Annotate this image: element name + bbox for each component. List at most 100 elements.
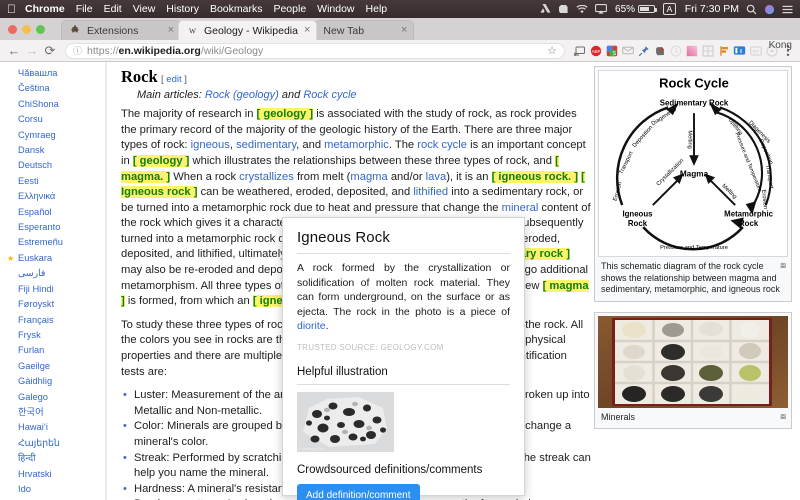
- menu-item-window[interactable]: Window: [317, 3, 354, 15]
- battery-indicator[interactable]: 65%: [615, 4, 655, 15]
- language-link[interactable]: Cymraeg: [6, 128, 105, 143]
- dp-icon[interactable]: DP: [748, 43, 763, 58]
- reload-button[interactable]: ⟳: [41, 44, 59, 57]
- menu-bar-clock[interactable]: Fri 7:30 PM: [685, 3, 739, 15]
- wiki-link[interactable]: mineral: [502, 202, 539, 214]
- wiki-link[interactable]: igneous: [191, 139, 230, 151]
- airplay-icon[interactable]: [595, 4, 607, 14]
- language-link[interactable]: Eesti: [6, 174, 105, 189]
- color-picker-icon[interactable]: S: [604, 43, 619, 58]
- menu-item-file[interactable]: File: [76, 3, 93, 15]
- spotlight-search-icon[interactable]: [746, 4, 757, 15]
- address-bar[interactable]: ⓘ https://en.wikipedia.org/wiki/Geology …: [65, 43, 565, 59]
- language-link[interactable]: فارسی: [6, 266, 105, 281]
- language-link[interactable]: Frysk: [6, 328, 105, 343]
- apple-icon[interactable]: : [7, 3, 16, 15]
- edit-link-label[interactable]: edit: [166, 74, 181, 85]
- language-link[interactable]: Gaeilge: [6, 359, 105, 374]
- close-window-button[interactable]: [8, 25, 17, 34]
- highlighted-term[interactable]: [ igneous rock. ]: [492, 171, 578, 183]
- expand-icon[interactable]: ⧈: [780, 260, 786, 272]
- language-link[interactable]: Hrvatski: [6, 467, 105, 482]
- tab-geology-wikipedia[interactable]: W Geology - Wikipedia ×: [178, 20, 317, 40]
- menu-item-bookmarks[interactable]: Bookmarks: [210, 3, 263, 15]
- wiki-link[interactable]: metamorphic: [324, 139, 389, 151]
- highlighted-term[interactable]: [ geology ]: [257, 108, 314, 120]
- pin-icon[interactable]: [636, 43, 651, 58]
- definition-link-diorite[interactable]: diorite: [297, 320, 326, 332]
- section-edit-link[interactable]: [ edit ]: [161, 74, 187, 85]
- hatnote-link-rock-geology[interactable]: Rock (geology): [205, 89, 279, 101]
- language-link[interactable]: Furlan: [6, 343, 105, 358]
- profile-name-label[interactable]: Kong: [769, 40, 792, 51]
- hatnote-link-rock-cycle[interactable]: Rock cycle: [303, 89, 356, 101]
- wiki-link[interactable]: sedimentary: [236, 139, 296, 151]
- clock-icon[interactable]: [668, 43, 683, 58]
- blue-tag-icon[interactable]: ll: [732, 43, 747, 58]
- gradient-icon[interactable]: [684, 43, 699, 58]
- language-link[interactable]: Galego: [6, 390, 105, 405]
- language-link[interactable]: Español: [6, 205, 105, 220]
- language-link[interactable]: Ελληνικά: [6, 189, 105, 204]
- wifi-icon[interactable]: [576, 5, 588, 14]
- menu-item-people[interactable]: People: [273, 3, 306, 15]
- menu-item-history[interactable]: History: [166, 3, 199, 15]
- language-link[interactable]: Hawaiʻi: [6, 420, 105, 435]
- wiki-link[interactable]: lithified: [413, 186, 448, 198]
- language-link[interactable]: Euskara: [6, 251, 105, 266]
- menu-item-view[interactable]: View: [133, 3, 156, 15]
- back-button[interactable]: ←: [5, 44, 23, 57]
- language-link[interactable]: Føroyskt: [6, 297, 105, 312]
- wiki-link[interactable]: lava: [426, 171, 447, 183]
- language-link[interactable]: Français: [6, 313, 105, 328]
- wiki-link[interactable]: crystallizes: [239, 171, 294, 183]
- language-link[interactable]: Estremeñu: [6, 235, 105, 250]
- cast-icon[interactable]: [572, 43, 587, 58]
- tab-close-icon[interactable]: ×: [168, 25, 174, 36]
- language-link[interactable]: Чӑвашла: [6, 66, 105, 81]
- star-icon[interactable]: ☆: [541, 44, 557, 57]
- language-link[interactable]: Corsu: [6, 112, 105, 127]
- signpost-icon[interactable]: [716, 43, 731, 58]
- maximize-window-button[interactable]: [36, 25, 45, 34]
- definition-popup[interactable]: Igneous Rock A rock formed by the crysta…: [282, 217, 525, 496]
- expand-icon[interactable]: ⧈: [780, 411, 786, 423]
- site-info-icon[interactable]: ⓘ: [73, 44, 82, 57]
- wiki-link[interactable]: magma: [350, 171, 387, 183]
- minerals-thumbnail[interactable]: Minerals ⧈: [594, 312, 792, 430]
- tab-extensions[interactable]: Extensions ×: [61, 20, 181, 40]
- email-icon[interactable]: [620, 43, 635, 58]
- tab-new-tab[interactable]: New Tab ×: [314, 20, 414, 40]
- add-definition-comment-button[interactable]: Add definition/comment: [297, 484, 420, 500]
- language-link[interactable]: Հայերեն: [6, 436, 105, 451]
- menu-item-edit[interactable]: Edit: [104, 3, 122, 15]
- notification-center-icon[interactable]: [782, 5, 793, 14]
- highlighted-term[interactable]: [ geology ]: [133, 155, 190, 167]
- language-link[interactable]: ChiShona: [6, 97, 105, 112]
- tab-close-icon[interactable]: ×: [401, 25, 407, 36]
- menu-item-help[interactable]: Help: [366, 3, 388, 15]
- menu-item-chrome[interactable]: Chrome: [25, 3, 65, 15]
- caption-text: This schematic diagram of the rock cycle…: [601, 261, 780, 294]
- forward-button[interactable]: →: [23, 44, 41, 57]
- language-link[interactable]: Dansk: [6, 143, 105, 158]
- language-link[interactable]: Čeština: [6, 81, 105, 96]
- grid-icon[interactable]: [700, 43, 715, 58]
- language-link[interactable]: Esperanto: [6, 220, 105, 235]
- adblock-icon[interactable]: ABP: [588, 43, 603, 58]
- siri-icon[interactable]: [764, 4, 775, 15]
- rock-cycle-thumbnail[interactable]: Rock Cycle: [594, 66, 792, 302]
- minimize-window-button[interactable]: [22, 25, 31, 34]
- wiki-link[interactable]: rock cycle: [417, 139, 467, 151]
- language-link[interactable]: हिन्दी: [6, 451, 105, 466]
- google-drive-icon[interactable]: [540, 4, 551, 14]
- tab-close-icon[interactable]: ×: [304, 25, 310, 36]
- language-link[interactable]: Ido: [6, 482, 105, 497]
- evernote-icon[interactable]: [558, 4, 569, 14]
- language-link[interactable]: 한국어: [6, 405, 105, 420]
- language-link[interactable]: Deutsch: [6, 158, 105, 173]
- language-link[interactable]: Gàidhlig: [6, 374, 105, 389]
- evernote-elephant-icon[interactable]: [652, 43, 667, 58]
- language-link[interactable]: Fiji Hindi: [6, 282, 105, 297]
- input-source-indicator[interactable]: A: [663, 3, 676, 15]
